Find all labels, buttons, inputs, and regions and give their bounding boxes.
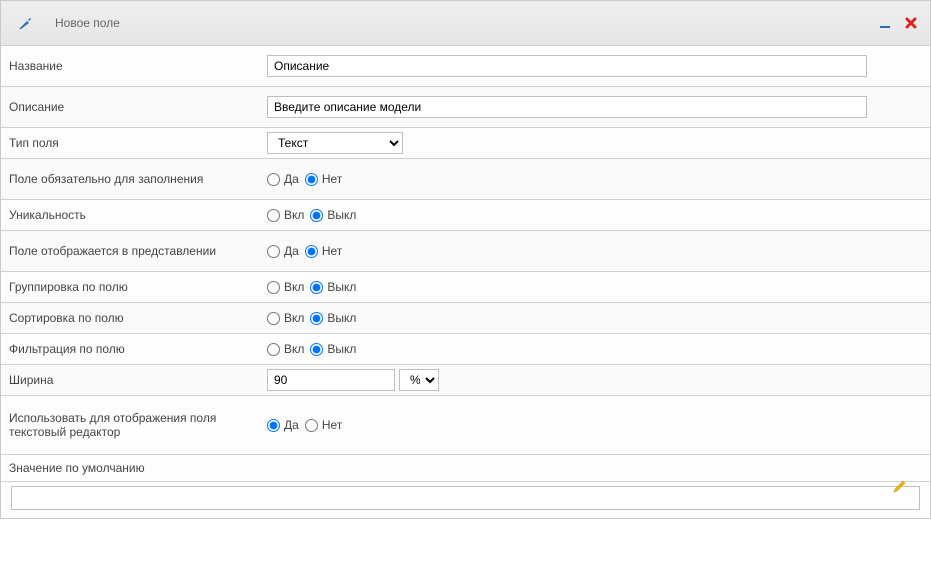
row-required: Поле обязательно для заполнения Да Нет bbox=[1, 159, 930, 200]
required-yes-label: Да bbox=[284, 172, 299, 186]
row-uniqueness: Уникальность Вкл Выкл bbox=[1, 200, 930, 231]
filter-by-off-radio[interactable] bbox=[310, 343, 323, 356]
uniqueness-off-label: Выкл bbox=[327, 208, 356, 222]
show-in-view-yes-label: Да bbox=[284, 244, 299, 258]
show-in-view-no-radio[interactable] bbox=[305, 245, 318, 258]
required-yes-radio[interactable] bbox=[267, 173, 280, 186]
label-description: Описание bbox=[1, 94, 261, 120]
label-name: Название bbox=[1, 53, 261, 79]
use-wysiwyg-radio-group: Да Нет bbox=[267, 418, 346, 432]
row-description: Описание bbox=[1, 87, 930, 128]
field-type-select[interactable]: Текст bbox=[267, 132, 403, 154]
window-controls bbox=[876, 14, 920, 32]
label-field-type: Тип поля bbox=[1, 130, 261, 156]
sort-by-off-radio[interactable] bbox=[310, 312, 323, 325]
description-input[interactable] bbox=[267, 96, 867, 118]
uniqueness-on-label: Вкл bbox=[284, 208, 304, 222]
use-wysiwyg-yes-label: Да bbox=[284, 418, 299, 432]
row-width: Ширина % bbox=[1, 365, 930, 396]
window-title: Новое поле bbox=[55, 16, 876, 30]
row-show-in-view: Поле отображается в представлении Да Нет bbox=[1, 231, 930, 272]
use-wysiwyg-no-radio[interactable] bbox=[305, 419, 318, 432]
sort-by-on-label: Вкл bbox=[284, 311, 304, 325]
label-uniqueness: Уникальность bbox=[1, 202, 261, 228]
required-no-radio[interactable] bbox=[305, 173, 318, 186]
row-sort-by: Сортировка по полю Вкл Выкл bbox=[1, 303, 930, 334]
filter-by-on-radio[interactable] bbox=[267, 343, 280, 356]
show-in-view-no-label: Нет bbox=[322, 244, 342, 258]
name-input[interactable] bbox=[267, 55, 867, 77]
uniqueness-on-radio[interactable] bbox=[267, 209, 280, 222]
label-show-in-view: Поле отображается в представлении bbox=[1, 238, 261, 264]
show-in-view-radio-group: Да Нет bbox=[267, 244, 346, 258]
label-required: Поле обязательно для заполнения bbox=[1, 166, 261, 192]
row-field-type: Тип поля Текст bbox=[1, 128, 930, 159]
sort-by-radio-group: Вкл Выкл bbox=[267, 311, 360, 325]
label-width: Ширина bbox=[1, 367, 261, 393]
row-filter-by: Фильтрация по полю Вкл Выкл bbox=[1, 334, 930, 365]
group-by-on-radio[interactable] bbox=[267, 281, 280, 294]
filter-by-radio-group: Вкл Выкл bbox=[267, 342, 360, 356]
row-name: Название bbox=[1, 46, 930, 87]
label-sort-by: Сортировка по полю bbox=[1, 305, 261, 331]
filter-by-off-label: Выкл bbox=[327, 342, 356, 356]
width-unit-select[interactable]: % bbox=[399, 369, 439, 391]
use-wysiwyg-yes-radio[interactable] bbox=[267, 419, 280, 432]
uniqueness-off-radio[interactable] bbox=[310, 209, 323, 222]
required-radio-group: Да Нет bbox=[267, 172, 346, 186]
group-by-off-label: Выкл bbox=[327, 280, 356, 294]
form-body: Название Описание Тип поля Текст Поле об… bbox=[1, 46, 930, 518]
label-group-by: Группировка по полю bbox=[1, 274, 261, 300]
uniqueness-radio-group: Вкл Выкл bbox=[267, 208, 360, 222]
show-in-view-yes-radio[interactable] bbox=[267, 245, 280, 258]
label-use-wysiwyg: Использовать для отображения поля тексто… bbox=[1, 405, 261, 445]
required-no-label: Нет bbox=[322, 172, 342, 186]
label-default-value: Значение по умолчанию bbox=[1, 455, 930, 482]
row-use-wysiwyg: Использовать для отображения поля тексто… bbox=[1, 396, 930, 455]
use-wysiwyg-no-label: Нет bbox=[322, 418, 342, 432]
minimize-button[interactable] bbox=[876, 14, 894, 32]
close-button[interactable] bbox=[902, 14, 920, 32]
width-input[interactable] bbox=[267, 369, 395, 391]
default-value-input[interactable] bbox=[11, 486, 920, 510]
label-filter-by: Фильтрация по полю bbox=[1, 336, 261, 362]
row-group-by: Группировка по полю Вкл Выкл bbox=[1, 272, 930, 303]
sort-by-on-radio[interactable] bbox=[267, 312, 280, 325]
titlebar: Новое поле bbox=[1, 1, 930, 46]
default-value-box bbox=[1, 482, 930, 518]
group-by-radio-group: Вкл Выкл bbox=[267, 280, 360, 294]
dialog-new-field: Новое поле Название Описание Тип поля bbox=[0, 0, 931, 519]
group-by-off-radio[interactable] bbox=[310, 281, 323, 294]
edit-icon[interactable] bbox=[892, 478, 908, 494]
sort-by-off-label: Выкл bbox=[327, 311, 356, 325]
form-icon bbox=[17, 15, 33, 31]
filter-by-on-label: Вкл bbox=[284, 342, 304, 356]
group-by-on-label: Вкл bbox=[284, 280, 304, 294]
